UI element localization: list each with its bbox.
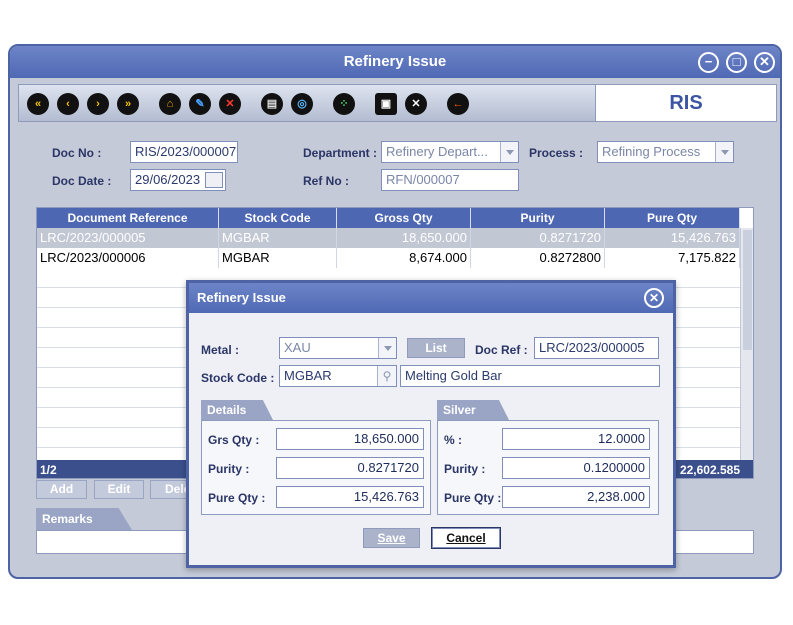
doc-date-value: 29/06/2023 — [135, 172, 201, 187]
edit-icon[interactable]: ✎ — [189, 93, 211, 115]
process-value: Refining Process — [602, 144, 701, 159]
col-gross-qty[interactable]: Gross Qty — [337, 208, 471, 228]
remarks-tab: Remarks — [36, 508, 132, 530]
delete-button[interactable]: Dele — [150, 480, 190, 499]
search-icon[interactable]: ◎ — [291, 93, 313, 115]
new-icon[interactable]: ⌂ — [159, 93, 181, 115]
cancel-button[interactable]: Cancel — [432, 528, 500, 548]
silver-pure-qty-label: Pure Qty : — [444, 491, 502, 505]
cell-gross-qty: 8,674.000 — [337, 248, 471, 268]
ref-no-field[interactable]: RFN/000007 — [381, 169, 519, 191]
pure-qty-field[interactable]: 15,426.763 — [276, 486, 424, 508]
cancel-icon[interactable]: ✕ — [405, 93, 427, 115]
stock-code-label: Stock Code : — [201, 371, 275, 385]
metal-label: Metal : — [201, 343, 240, 357]
stock-code-value: MGBAR — [284, 368, 332, 383]
doc-ref-field[interactable]: LRC/2023/000005 — [534, 337, 659, 359]
department-value: Refinery Depart... — [386, 144, 488, 159]
last-icon[interactable]: » — [117, 93, 139, 115]
cell-stock-code: MGBAR — [219, 248, 337, 268]
chevron-down-icon[interactable] — [378, 338, 396, 358]
list-button[interactable]: List — [407, 338, 465, 358]
dialog-close-icon[interactable]: ✕ — [644, 288, 664, 308]
first-icon[interactable]: « — [27, 93, 49, 115]
edit-button[interactable]: Edit — [94, 480, 144, 499]
silver-panel: % : 12.0000 Purity : 0.1200000 Pure Qty … — [437, 420, 659, 515]
metal-value: XAU — [284, 340, 311, 355]
cell-purity: 0.8272800 — [471, 248, 605, 268]
process-select[interactable]: Refining Process — [597, 141, 734, 163]
doc-date-label: Doc Date : — [52, 174, 112, 188]
table-row[interactable]: LRC/2023/000006 MGBAR 8,674.000 0.827280… — [37, 248, 740, 268]
screen-code-tab: RIS — [595, 84, 777, 122]
metal-select[interactable]: XAU — [279, 337, 397, 359]
purity-field[interactable]: 0.8271720 — [276, 457, 424, 479]
delete-icon[interactable]: ✕ — [219, 93, 241, 115]
next-icon[interactable]: › — [87, 93, 109, 115]
attach-icon[interactable]: ⁘ — [333, 93, 355, 115]
details-tab: Details — [201, 400, 273, 420]
total-pure-qty: 22,602.585 — [679, 463, 740, 477]
silver-pct-label: % : — [444, 433, 462, 447]
stock-code-field[interactable]: MGBAR ⚲ — [279, 365, 397, 387]
window-title: Refinery Issue — [10, 46, 780, 78]
silver-purity-label: Purity : — [444, 462, 486, 476]
save-button[interactable]: Save — [363, 528, 420, 548]
cell-gross-qty: 18,650.000 — [337, 228, 471, 248]
grs-qty-field[interactable]: 18,650.000 — [276, 428, 424, 450]
col-purity[interactable]: Purity — [471, 208, 605, 228]
col-pure-qty[interactable]: Pure Qty — [605, 208, 740, 228]
scrollbar-thumb[interactable] — [743, 230, 752, 350]
pure-qty-label: Pure Qty : — [208, 491, 266, 505]
exit-icon[interactable]: ← — [447, 93, 469, 115]
calendar-icon[interactable] — [205, 172, 223, 188]
cell-doc-ref: LRC/2023/000005 — [37, 228, 219, 248]
previous-icon[interactable]: ‹ — [57, 93, 79, 115]
cell-pure-qty: 7,175.822 — [605, 248, 740, 268]
grs-qty-label: Grs Qty : — [208, 433, 260, 447]
cell-stock-code: MGBAR — [219, 228, 337, 248]
print-icon[interactable]: ▤ — [261, 93, 283, 115]
doc-ref-label: Doc Ref : — [475, 343, 528, 357]
chevron-down-icon[interactable] — [500, 142, 518, 162]
process-label: Process : — [529, 146, 584, 160]
silver-pure-qty-field[interactable]: 2,238.000 — [502, 486, 650, 508]
cell-doc-ref: LRC/2023/000006 — [37, 248, 219, 268]
col-document-reference[interactable]: Document Reference — [37, 208, 219, 228]
pager-text: 1/2 — [40, 463, 57, 477]
search-icon[interactable]: ⚲ — [377, 366, 396, 386]
department-select[interactable]: Refinery Depart... — [381, 141, 519, 163]
grid-scrollbar[interactable] — [740, 228, 753, 460]
details-panel: Grs Qty : 18,650.000 Purity : 0.8271720 … — [201, 420, 431, 515]
ref-no-label: Ref No : — [303, 174, 349, 188]
cell-pure-qty: 15,426.763 — [605, 228, 740, 248]
department-label: Department : — [303, 146, 378, 160]
purity-label: Purity : — [208, 462, 250, 476]
col-stock-code[interactable]: Stock Code — [219, 208, 337, 228]
refinery-issue-dialog: Refinery Issue ✕ Metal : XAU List Doc Re… — [186, 280, 676, 568]
table-row[interactable]: LRC/2023/000005 MGBAR 18,650.000 0.82717… — [37, 228, 740, 248]
add-button[interactable]: Add — [36, 480, 87, 499]
minimize-button[interactable]: − — [698, 52, 719, 73]
save-icon[interactable]: ▣ — [375, 93, 397, 115]
toolbar: « ‹ › » ⌂ ✎ ✕ ▤ ◎ ⁘ ▣ ✕ ← — [18, 84, 598, 122]
cell-purity: 0.8271720 — [471, 228, 605, 248]
chevron-down-icon[interactable] — [715, 142, 733, 162]
close-button[interactable]: ✕ — [754, 52, 775, 73]
doc-no-field[interactable]: RIS/2023/000007 — [130, 141, 238, 163]
dialog-title: Refinery Issue — [189, 283, 673, 313]
silver-purity-field[interactable]: 0.1200000 — [502, 457, 650, 479]
doc-date-field[interactable]: 29/06/2023 — [130, 169, 226, 191]
doc-no-label: Doc No : — [52, 146, 102, 160]
stock-description-field[interactable]: Melting Gold Bar — [400, 365, 660, 387]
maximize-button[interactable]: □ — [726, 52, 747, 73]
silver-tab: Silver — [437, 400, 509, 420]
silver-pct-field[interactable]: 12.0000 — [502, 428, 650, 450]
